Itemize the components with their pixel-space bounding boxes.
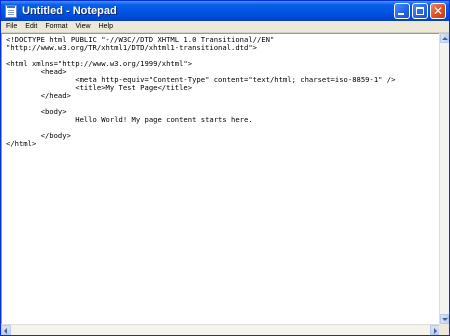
window-controls: ✕ xyxy=(394,3,446,19)
chevron-up-icon xyxy=(442,37,448,40)
chevron-down-icon xyxy=(442,318,448,321)
window-title: Untitled - Notepad xyxy=(22,5,117,17)
close-button[interactable]: ✕ xyxy=(430,3,446,19)
scroll-left-button[interactable] xyxy=(1,325,11,335)
resize-grip[interactable] xyxy=(439,324,449,335)
chevron-left-icon xyxy=(4,328,7,334)
menu-bar: File Edit Format View Help xyxy=(1,21,449,33)
minimize-button[interactable] xyxy=(394,3,410,19)
menu-format[interactable]: Format xyxy=(41,21,71,32)
menu-help[interactable]: Help xyxy=(95,21,117,32)
notepad-icon[interactable] xyxy=(5,4,17,18)
close-icon: ✕ xyxy=(432,4,444,18)
menu-file[interactable]: File xyxy=(1,21,21,32)
horizontal-scrollbar[interactable] xyxy=(1,324,440,335)
maximize-icon xyxy=(416,7,424,15)
title-bar[interactable]: Untitled - Notepad ✕ xyxy=(1,1,449,21)
chevron-right-icon xyxy=(434,328,437,334)
minimize-icon xyxy=(398,13,404,15)
menu-edit[interactable]: Edit xyxy=(21,21,41,32)
text-editor[interactable]: <!DOCTYPE html PUBLIC "-//W3C//DTD XHTML… xyxy=(1,33,440,324)
vertical-scrollbar[interactable] xyxy=(439,33,449,324)
notepad-window: Untitled - Notepad ✕ File Edit Format Vi… xyxy=(0,0,450,336)
editor-content[interactable]: <!DOCTYPE html PUBLIC "-//W3C//DTD XHTML… xyxy=(2,34,440,148)
menu-view[interactable]: View xyxy=(72,21,95,32)
scroll-up-button[interactable] xyxy=(440,33,449,43)
maximize-button[interactable] xyxy=(412,3,428,19)
scroll-down-button[interactable] xyxy=(440,314,449,324)
